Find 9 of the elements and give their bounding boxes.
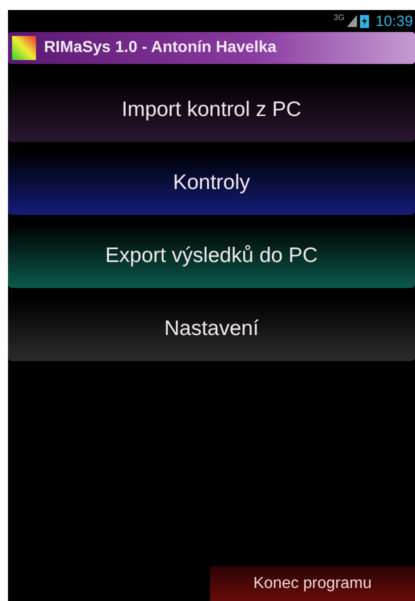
app-logo-icon [12, 36, 36, 60]
exit-button[interactable]: Konec programu [210, 566, 415, 601]
signal-icon [347, 15, 358, 27]
menu-button[interactable]: Export výsledků do PC [8, 224, 415, 288]
app-title: RIMaSys 1.0 - Antonín Havelka [44, 39, 276, 57]
network-label: 3G [334, 13, 344, 22]
menu-button[interactable]: Kontroly [8, 151, 415, 215]
battery-icon [360, 14, 370, 28]
clock: 10:39 [375, 12, 413, 30]
